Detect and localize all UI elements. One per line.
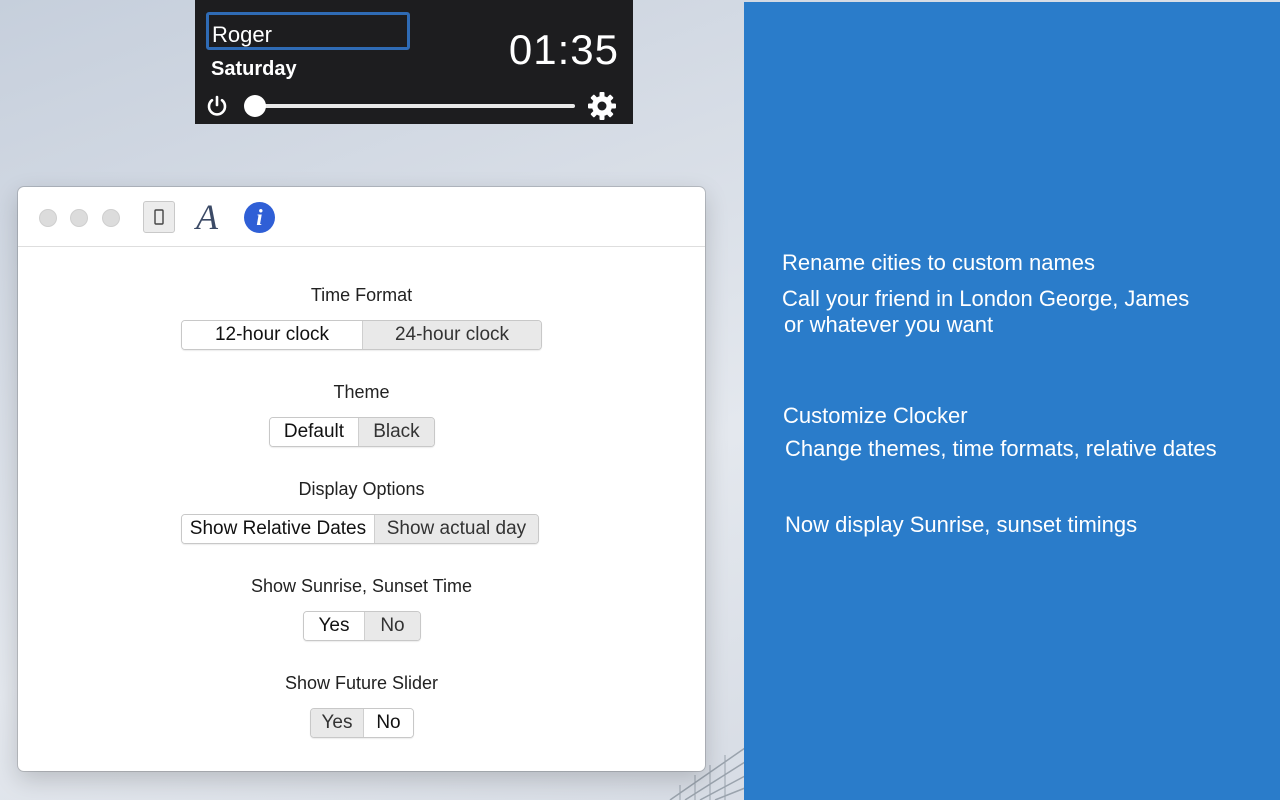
promo-heading-rename: Rename cities to custom names (782, 250, 1096, 275)
option-sunrise-no[interactable]: No (363, 612, 420, 640)
window-toolbar: A i (18, 187, 705, 247)
theme-control: Default Black (269, 417, 435, 447)
time-format-label: Time Format (310, 285, 413, 305)
theme-label: Theme (333, 382, 390, 402)
minimize-window-button[interactable] (70, 209, 88, 227)
promo-heading-customize: Customize Clocker (783, 403, 968, 428)
power-icon[interactable] (205, 94, 229, 118)
future-slider-track[interactable] (255, 104, 575, 108)
option-relative-dates[interactable]: Show Relative Dates (182, 515, 374, 543)
option-theme-default[interactable]: Default (270, 418, 358, 446)
tab-about[interactable]: i (244, 202, 275, 233)
city-name-input[interactable] (206, 12, 410, 50)
info-icon: i (256, 204, 263, 230)
option-actual-day[interactable]: Show actual day (373, 515, 538, 543)
promo-text-rename-1: Call your friend in London George, James (782, 286, 1190, 311)
display-options-label: Display Options (298, 479, 425, 499)
clocker-popup: Saturday 01:35 (195, 0, 633, 124)
day-label: Saturday (211, 58, 297, 80)
tab-theme[interactable]: A (196, 197, 218, 237)
close-window-button[interactable] (39, 209, 57, 227)
option-theme-black[interactable]: Black (357, 418, 434, 446)
sunrise-sunset-control: Yes No (303, 611, 421, 641)
display-options-control: Show Relative Dates Show actual day (181, 514, 539, 544)
sunrise-sunset-label: Show Sunrise, Sunset Time (250, 576, 473, 596)
phone-icon (154, 209, 164, 225)
preferences-window: A i Time Format 12-hour clock 24-hour cl… (18, 187, 705, 771)
option-24-hour[interactable]: 24-hour clock (362, 321, 541, 349)
future-slider-thumb[interactable] (244, 95, 266, 117)
tab-general[interactable] (143, 201, 175, 233)
gear-icon[interactable] (587, 91, 617, 121)
promo-panel: Rename cities to custom names Call your … (744, 2, 1280, 800)
promo-text-sunrise: Now display Sunrise, sunset timings (785, 512, 1138, 537)
font-icon: A (196, 197, 218, 237)
option-slider-no[interactable]: No (362, 709, 413, 737)
zoom-window-button[interactable] (102, 209, 120, 227)
time-format-control: 12-hour clock 24-hour clock (181, 320, 542, 350)
option-sunrise-yes[interactable]: Yes (304, 612, 364, 640)
future-slider-label: Show Future Slider (284, 673, 439, 693)
option-slider-yes[interactable]: Yes (311, 709, 363, 737)
promo-text-rename-2: or whatever you want (784, 312, 994, 337)
time-label: 01:35 (508, 26, 619, 73)
future-slider-control: Yes No (310, 708, 414, 738)
promo-text-customize: Change themes, time formats, relative da… (785, 436, 1217, 461)
option-12-hour[interactable]: 12-hour clock (182, 321, 362, 349)
